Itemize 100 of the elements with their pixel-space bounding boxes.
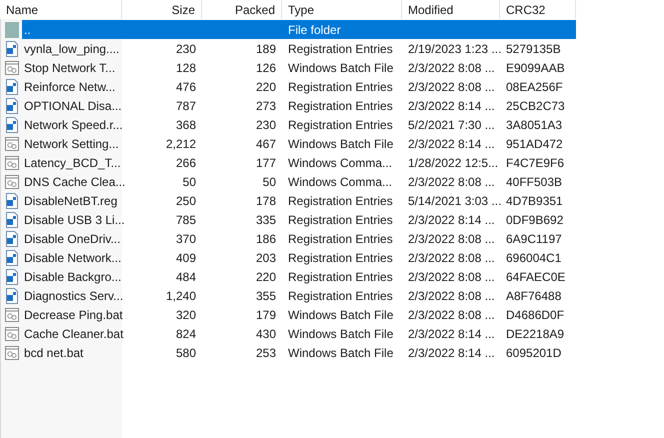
file-row[interactable]: Cache Cleaner.bat 824 430 Windows Batch File 2/3/2022 8:14 ... DE2218A9 <box>22 324 576 343</box>
file-type: Registration Entries <box>288 98 393 112</box>
modified-date: 2/3/2022 8:08 ... <box>408 174 495 188</box>
packed-size: 220 <box>256 270 276 284</box>
file-type: Registration Entries <box>288 80 393 94</box>
crc-value: 4D7B9351 <box>506 194 563 208</box>
file-type: File folder <box>288 22 341 36</box>
file-row[interactable]: Network Speed.r... 368 230 Registration Entries 5/2/2021 7:30 ... 3A8051A3 <box>22 115 576 134</box>
file-row[interactable]: Disable Network... 409 203 Registration Entries 2/3/2022 8:08 ... 696004C1 <box>22 248 576 267</box>
packed-size: 220 <box>256 80 276 94</box>
file-type: Windows Batch File <box>288 346 394 360</box>
registry-file-icon <box>5 288 19 304</box>
gears-file-icon <box>5 346 19 360</box>
file-row[interactable]: Network Setting... 2,212 467 Windows Batch File 2/3/2022 8:14 ... 951AD472 <box>22 134 576 153</box>
crc-value: 0DF9B692 <box>506 212 564 226</box>
crc-value: 25CB2C73 <box>506 98 565 112</box>
file-row[interactable]: Disable USB 3 Li... 785 335 Registration Entries 2/3/2022 8:14 ... 0DF9B692 <box>22 210 576 229</box>
modified-date: 1/28/2022 12:5... <box>408 156 498 170</box>
packed-size: 355 <box>256 288 276 302</box>
packed-size: 203 <box>256 250 276 264</box>
registry-file-icon <box>5 250 19 266</box>
crc-value: A8F76488 <box>506 288 562 302</box>
file-name: OPTIONAL Disa... <box>24 98 122 112</box>
packed-size: 273 <box>256 98 276 112</box>
file-type: Windows Comma... <box>288 156 392 170</box>
registry-file-icon <box>5 98 19 114</box>
file-name: vynla_low_ping.... <box>24 42 120 56</box>
packed-size: 430 <box>256 326 276 340</box>
file-row[interactable]: bcd net.bat 580 253 Windows Batch File 2/3/2022 8:14 ... 6095201D <box>22 343 576 362</box>
column-header[interactable]: Name <box>0 0 122 19</box>
crc-value: F4C7E9F6 <box>506 156 564 170</box>
file-type: Windows Comma... <box>288 174 392 188</box>
modified-date: 2/3/2022 8:14 ... <box>408 326 495 340</box>
file-name: DisableNetBT.reg <box>24 194 118 208</box>
file-row[interactable]: Stop Network T... 128 126 Windows Batch File 2/3/2022 8:08 ... E9099AAB <box>22 58 576 77</box>
registry-file-icon <box>5 268 19 284</box>
file-row[interactable]: OPTIONAL Disa... 787 273 Registration Entries 2/3/2022 8:14 ... 25CB2C73 <box>22 96 576 115</box>
file-name: Disable Backgro... <box>24 270 122 284</box>
file-type: Windows Batch File <box>288 326 394 340</box>
registry-file-icon <box>5 78 19 94</box>
file-name: Decrease Ping.bat <box>24 308 123 322</box>
file-type: Registration Entries <box>288 194 393 208</box>
gears-file-icon <box>5 156 19 170</box>
file-type: Registration Entries <box>288 42 393 56</box>
modified-date: 2/3/2022 8:14 ... <box>408 98 495 112</box>
file-size: 368 <box>176 118 196 132</box>
packed-size: 253 <box>256 346 276 360</box>
gears-file-icon <box>5 60 19 74</box>
crc-value: E9099AAB <box>506 60 565 74</box>
packed-size: 126 <box>256 60 276 74</box>
file-size: 50 <box>182 174 196 188</box>
packed-size: 186 <box>256 232 276 246</box>
crc-value: 3A8051A3 <box>506 118 562 132</box>
file-size: 824 <box>176 326 196 340</box>
file-size: 409 <box>176 250 196 264</box>
file-name: Latency_BCD_T... <box>24 156 121 170</box>
registry-file-icon <box>5 40 19 56</box>
gears-file-icon <box>5 174 19 188</box>
file-type: Registration Entries <box>288 270 393 284</box>
file-type: Registration Entries <box>288 212 393 226</box>
packed-size: 189 <box>256 42 276 56</box>
modified-date: 2/3/2022 8:08 ... <box>408 232 495 246</box>
file-type: Registration Entries <box>288 250 393 264</box>
file-type: Registration Entries <box>288 232 393 246</box>
file-name: Cache Cleaner.bat <box>24 326 124 340</box>
crc-value: DE2218A9 <box>506 326 564 340</box>
file-row[interactable]: Disable Backgro... 484 220 Registration Entries 2/3/2022 8:08 ... 64FAEC0E <box>22 267 576 286</box>
packed-size: 179 <box>256 308 276 322</box>
file-name: Network Speed.r... <box>24 118 123 132</box>
crc-value: 40FF503B <box>506 174 562 188</box>
file-row[interactable]: DNS Cache Clea... 50 50 Windows Comma... 2/3/2022 8:08 ... 40FF503B <box>22 172 576 191</box>
file-name: Disable USB 3 Li... <box>24 212 125 226</box>
file-row[interactable]: Decrease Ping.bat 320 179 Windows Batch File 2/3/2022 8:08 ... D4686D0F <box>22 305 576 324</box>
file-row[interactable]: .. File folder <box>22 20 576 39</box>
registry-file-icon <box>5 192 19 208</box>
gears-file-icon <box>5 136 19 150</box>
modified-date: 5/14/2021 3:03 ... <box>408 194 502 208</box>
packed-size: 335 <box>256 212 276 226</box>
file-name: DNS Cache Clea... <box>24 174 126 188</box>
file-name: Stop Network T... <box>24 60 116 74</box>
file-row[interactable]: DisableNetBT.reg 250 178 Registration Entries 5/14/2021 3:03 ... 4D7B9351 <box>22 191 576 210</box>
file-row[interactable]: Diagnostics Serv... 1,240 355 Registration Entries 2/3/2022 8:08 ... A8F76488 <box>22 286 576 305</box>
file-type: Registration Entries <box>288 288 393 302</box>
packed-size: 177 <box>256 156 276 170</box>
modified-date: 2/19/2023 1:23 ... <box>408 42 502 56</box>
gears-file-icon <box>5 326 19 340</box>
crc-value: 6095201D <box>506 346 562 360</box>
modified-date: 5/2/2021 7:30 ... <box>408 118 495 132</box>
file-row[interactable]: Disable OneDriv... 370 186 Registration Entries 2/3/2022 8:08 ... 6A9C1197 <box>22 229 576 248</box>
file-size: 484 <box>176 270 196 284</box>
file-row[interactable]: Latency_BCD_T... 266 177 Windows Comma... 1/28/2022 12:5... F4C7E9F6 <box>22 153 576 172</box>
file-row[interactable]: Reinforce Netw... 476 220 Registration Entries 2/3/2022 8:08 ... 08EA256F <box>22 77 576 96</box>
file-size: 2,212 <box>166 136 196 150</box>
file-type: Windows Batch File <box>288 308 394 322</box>
registry-file-icon <box>5 116 19 132</box>
file-type: Windows Batch File <box>288 136 394 150</box>
file-name: bcd net.bat <box>24 346 84 360</box>
file-row[interactable]: vynla_low_ping.... 230 189 Registration Entries 2/19/2023 1:23 ... 5279135B <box>22 39 576 58</box>
file-size: 476 <box>176 80 196 94</box>
file-size: 266 <box>176 156 196 170</box>
